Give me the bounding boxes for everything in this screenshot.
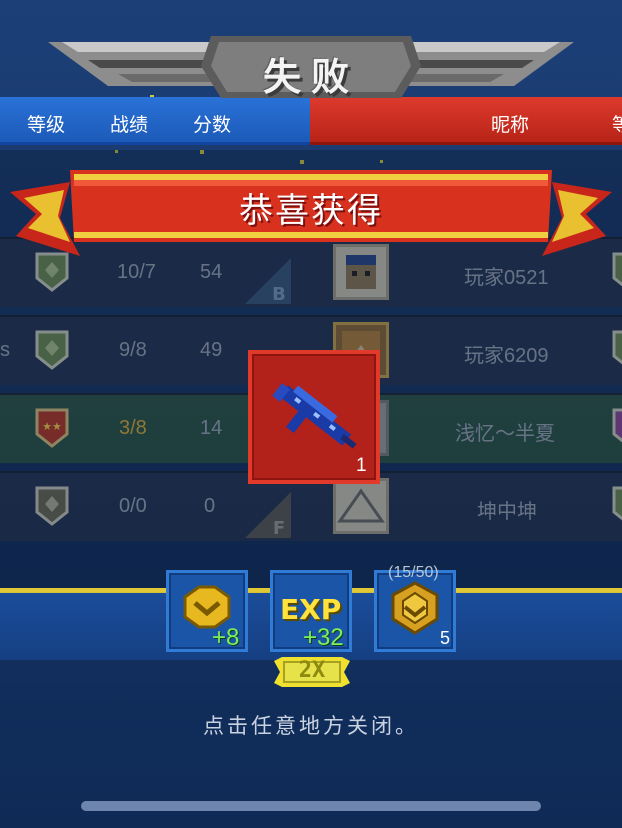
column-header-nickname: 昵称 bbox=[491, 115, 530, 136]
close-hint: 点击任意地方关闭。 bbox=[203, 714, 419, 738]
column-header-record: 战绩 bbox=[110, 115, 149, 136]
team-header-red bbox=[310, 97, 622, 145]
exp-multiplier-text: 2X bbox=[298, 658, 326, 683]
coin-reward-value: +8 bbox=[212, 624, 240, 651]
reward-item-count: 1 bbox=[356, 455, 367, 476]
rank-progress: (15/50) bbox=[388, 564, 439, 581]
result-title: 失败 bbox=[262, 55, 359, 99]
column-header-score: 分数 bbox=[193, 115, 232, 136]
match-result-screen[interactable]: 等级 战绩 分数 昵称 等 失败 ★★ s 10/7 54 玩家0521 9/8… bbox=[0, 0, 622, 828]
rank-level: 5 bbox=[440, 628, 451, 648]
exp-reward-value: +32 bbox=[303, 624, 344, 651]
exp-label: EXP bbox=[280, 593, 342, 626]
column-header-level: 等级 bbox=[27, 115, 66, 136]
home-indicator[interactable] bbox=[81, 801, 541, 811]
reward-popup-title: 恭喜获得 bbox=[239, 191, 383, 231]
column-header-cut: 等 bbox=[612, 115, 622, 136]
